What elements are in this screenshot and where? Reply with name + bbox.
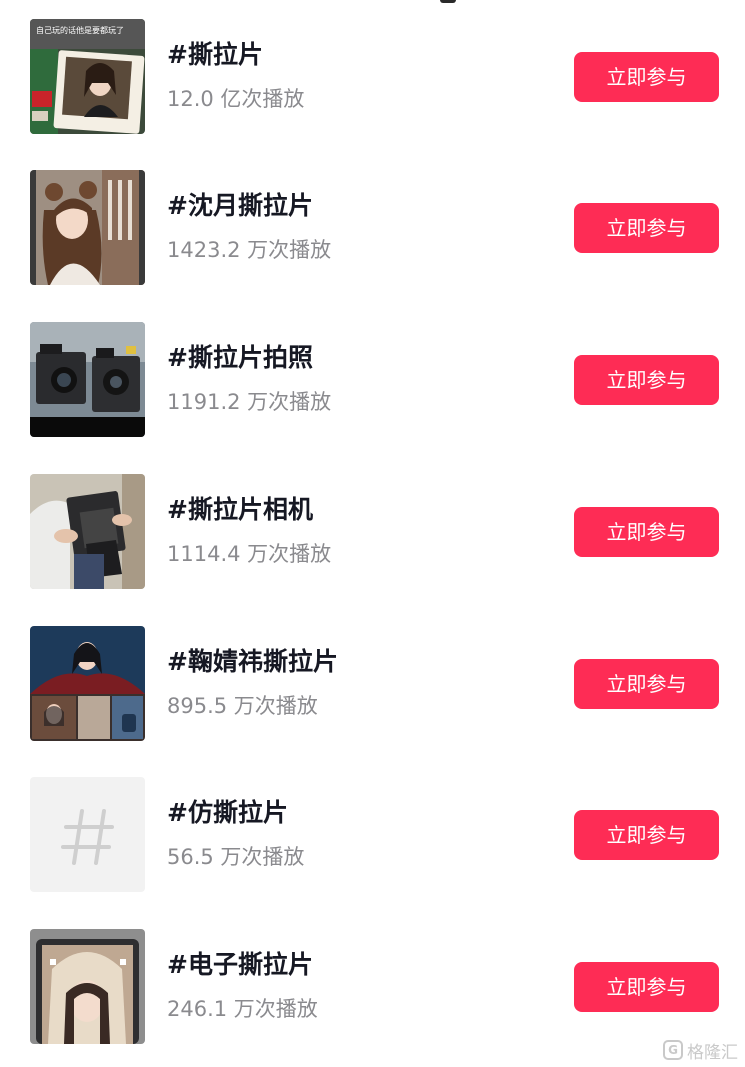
gelonghui-logo-icon: G: [663, 1040, 683, 1060]
watermark: G 格隆汇: [663, 1038, 738, 1063]
topic-play-count: 1114.4 万次播放: [167, 542, 332, 566]
photo-thumb-icon: [30, 322, 145, 437]
join-button[interactable]: 立即参与: [574, 355, 719, 405]
topic-thumbnail[interactable]: [30, 474, 145, 589]
join-button[interactable]: 立即参与: [574, 507, 719, 557]
topic-row[interactable]: #电子撕拉片 246.1 万次播放 立即参与: [0, 929, 745, 1047]
topic-play-count: 246.1 万次播放: [167, 997, 318, 1021]
topic-thumbnail[interactable]: [30, 626, 145, 741]
photo-thumb-icon: [30, 170, 145, 285]
topic-play-count: 56.5 万次播放: [167, 845, 305, 869]
topic-play-count: 12.0 亿次播放: [167, 87, 305, 111]
topic-row[interactable]: #仿撕拉片 56.5 万次播放 立即参与: [0, 777, 745, 895]
topic-thumbnail[interactable]: 自己玩的话他是要都玩了: [30, 19, 145, 134]
topic-play-count: 1191.2 万次播放: [167, 390, 332, 414]
photo-thumb-icon: [30, 19, 145, 134]
join-button[interactable]: 立即参与: [574, 962, 719, 1012]
topic-thumbnail[interactable]: [30, 170, 145, 285]
thumb-caption: 自己玩的话他是要都玩了: [36, 26, 124, 35]
topic-row[interactable]: #撕拉片相机 1114.4 万次播放 立即参与: [0, 474, 745, 592]
topic-row[interactable]: 自己玩的话他是要都玩了 #撕拉片 12.0 亿次播放 立即参与: [0, 19, 745, 137]
topic-list-page: 自己玩的话他是要都玩了 #撕拉片 12.0 亿次播放 立即参与 #沈月撕拉片 1…: [0, 0, 745, 1067]
topic-thumbnail[interactable]: [30, 929, 145, 1044]
topic-title[interactable]: #仿撕拉片: [167, 797, 288, 829]
join-button[interactable]: 立即参与: [574, 52, 719, 102]
photo-thumb-icon: [30, 474, 145, 589]
topic-title[interactable]: #鞠婧祎撕拉片: [167, 646, 338, 678]
topic-row[interactable]: #鞠婧祎撕拉片 895.5 万次播放 立即参与: [0, 626, 745, 744]
join-button[interactable]: 立即参与: [574, 659, 719, 709]
topic-thumbnail[interactable]: [30, 322, 145, 437]
topic-thumbnail[interactable]: [30, 777, 145, 892]
topic-play-count: 895.5 万次播放: [167, 694, 318, 718]
topic-title[interactable]: #撕拉片相机: [167, 494, 313, 526]
top-indicator: [440, 0, 456, 3]
watermark-text: 格隆汇: [687, 1042, 738, 1063]
photo-thumb-icon: [30, 929, 145, 1044]
topic-play-count: 1423.2 万次播放: [167, 238, 332, 262]
topic-title[interactable]: #撕拉片: [167, 39, 263, 71]
topic-row[interactable]: #撕拉片拍照 1191.2 万次播放 立即参与: [0, 322, 745, 440]
join-button[interactable]: 立即参与: [574, 810, 719, 860]
topic-title[interactable]: #撕拉片拍照: [167, 342, 313, 374]
topic-title[interactable]: #电子撕拉片: [167, 949, 313, 981]
photo-thumb-icon: [30, 626, 145, 741]
topic-row[interactable]: #沈月撕拉片 1423.2 万次播放 立即参与: [0, 170, 745, 288]
join-button[interactable]: 立即参与: [574, 203, 719, 253]
topic-title[interactable]: #沈月撕拉片: [167, 190, 313, 222]
hashtag-icon: [61, 809, 114, 865]
